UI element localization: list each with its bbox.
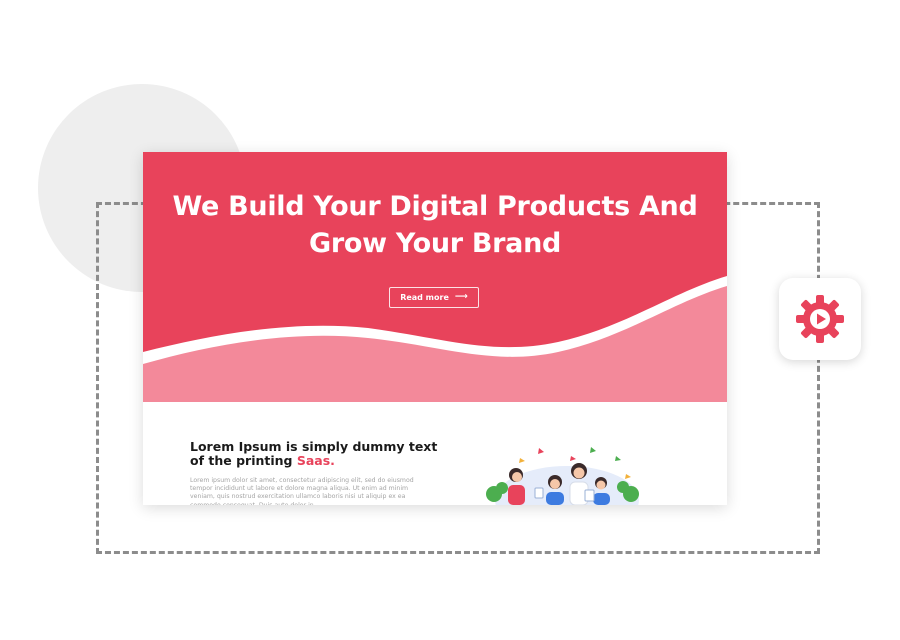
arrow-right-icon: ⟶ [454, 292, 468, 302]
hero-title: We Build Your Digital Products And Grow … [163, 188, 707, 262]
content-paragraph: Lorem ipsum dolor sit amet, consectetur … [190, 477, 414, 505]
read-more-button[interactable]: Read more ⟶ [389, 287, 479, 308]
website-mockup: We Build Your Digital Products And Grow … [143, 152, 727, 505]
content-heading-accent: Saas. [296, 453, 335, 468]
hero-title-line-2: Grow Your Brand [308, 228, 562, 259]
hero-title-line-1: We Build Your Digital Products And [172, 191, 698, 222]
gear-badge[interactable] [779, 278, 861, 360]
read-more-label: Read more [400, 293, 449, 302]
gear-play-icon [796, 295, 844, 343]
content-heading: Lorem Ipsum is simply dummy text of the … [190, 440, 440, 468]
page-canvas: We Build Your Digital Products And Grow … [0, 0, 900, 640]
team-illustration [486, 447, 639, 505]
